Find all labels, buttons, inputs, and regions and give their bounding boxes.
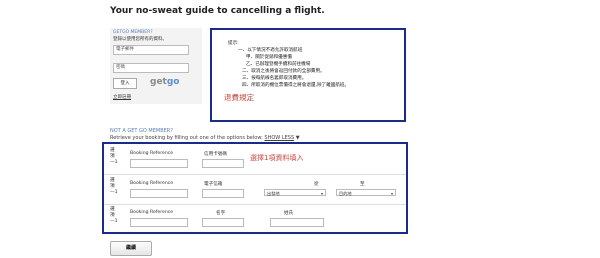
password-field[interactable]: 密碼 <box>113 63 189 73</box>
chevron-down-icon: ▾ <box>390 191 393 196</box>
login-subheading: 登錄以使用您所有的資料。 <box>113 37 167 42</box>
retrieve-instructions: Retrieve your booking by filling out one… <box>110 135 300 141</box>
option-label: 選項—1 <box>110 148 118 165</box>
member-login-panel: GETGO MEMBER? 登錄以使用您所有的資料。 電子郵件 密碼 登入 ge… <box>110 28 202 104</box>
option-row-3: 選項—1 Booking Reference 名字 姓氏 <box>104 205 406 233</box>
from-label: 從 <box>314 182 319 187</box>
logo-get-text: get <box>150 77 167 87</box>
last-name-label: 姓氏 <box>284 211 294 216</box>
chevron-down-icon[interactable]: ▼ <box>296 135 300 141</box>
chevron-down-icon: ▾ <box>320 191 323 196</box>
credit-card-input[interactable] <box>202 159 244 168</box>
not-member-heading: NOT A GET GO MEMBER? <box>110 128 173 134</box>
first-name-input[interactable] <box>202 218 244 227</box>
register-link[interactable]: 立即註冊 <box>113 94 131 100</box>
logo-go-text: go <box>166 77 180 87</box>
show-less-link[interactable]: SHOW LESS <box>264 135 294 141</box>
retrieve-text: Retrieve your booking by filling out one… <box>110 135 263 141</box>
notice-heading: 提示: <box>228 41 239 46</box>
notice-line: 三、按每航線名義即取消費用。 <box>242 76 307 81</box>
origin-value: 出發地 <box>267 191 280 196</box>
destination-select[interactable]: 目的地 ▾ <box>336 189 396 196</box>
getgo-member-heading: GETGO MEMBER? <box>113 30 153 35</box>
option-label: 選項—1 <box>110 207 118 224</box>
cancellation-notice-box: 提示: 一、以下情況不適允許取消航班 甲、關於促銷和優惠價 乙、已辦理登機手續和… <box>210 28 406 122</box>
notice-line: 四、所取消的機位票價得之將會退還,除了離國航班。 <box>242 83 350 88</box>
page-title: Your no-sweat guide to cancelling a flig… <box>110 6 325 16</box>
email-label: 電子信箱 <box>204 182 223 187</box>
notice-line: 甲、關於促銷和優惠價 <box>246 55 292 60</box>
origin-select[interactable]: 出發地 ▾ <box>264 189 326 196</box>
first-name-label: 名字 <box>216 211 226 216</box>
booking-reference-input[interactable] <box>130 159 188 168</box>
booking-reference-label: Booking Reference <box>130 181 174 186</box>
notice-line: 二、取消之後將會返回付款的全部費用。 <box>242 69 325 74</box>
notice-line: 乙、已辦理登機手續和前往機場 <box>246 62 311 67</box>
booking-reference-input[interactable] <box>130 189 188 198</box>
credit-card-label: 信用卡號碼 <box>204 152 227 157</box>
refund-rules-annotation: 退費規定 <box>224 93 254 102</box>
continue-button[interactable]: 繼續 <box>110 241 152 256</box>
booking-reference-input[interactable] <box>130 218 188 227</box>
getgo-logo: getgo <box>150 77 180 87</box>
option-row-1: 選項—1 Booking Reference 信用卡號碼 <box>104 146 406 175</box>
to-label: 至 <box>360 182 365 187</box>
option-row-2: 選項—1 Booking Reference 電子信箱 從 出發地 ▾ 至 目的地… <box>104 176 406 205</box>
destination-value: 目的地 <box>339 191 352 196</box>
email-input[interactable] <box>202 189 244 198</box>
last-name-input[interactable] <box>270 218 324 227</box>
login-button[interactable]: 登入 <box>113 78 137 89</box>
notice-line: 一、以下情況不適允許取消航班 <box>238 48 303 53</box>
booking-options-box: 選擇1項資料填入 選項—1 Booking Reference 信用卡號碼 選項… <box>102 142 408 234</box>
email-field[interactable]: 電子郵件 <box>113 45 189 55</box>
option-label: 選項—1 <box>110 178 118 195</box>
booking-reference-label: Booking Reference <box>130 210 174 215</box>
booking-reference-label: Booking Reference <box>130 151 174 156</box>
